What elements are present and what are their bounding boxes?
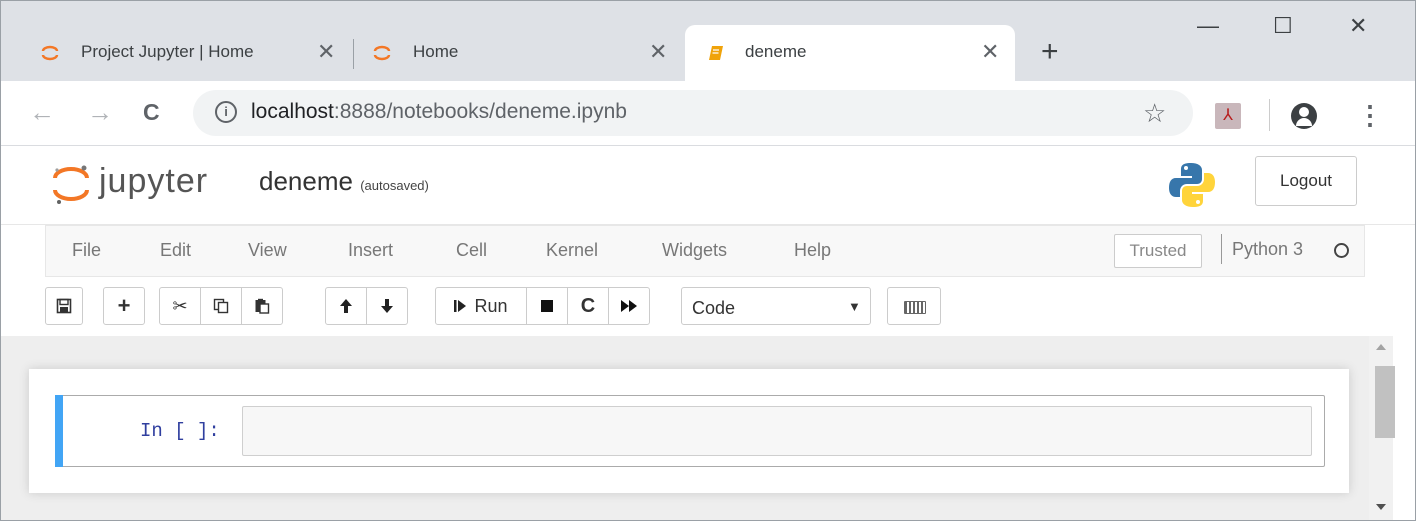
menu-kernel[interactable]: Kernel [546,240,598,261]
notebook-title[interactable]: deneme (autosaved) [259,166,429,197]
browser-toolbar: ← → C i localhost:8888/notebooks/deneme.… [1,81,1415,146]
cut-button[interactable]: ✂ [159,287,201,325]
jupyter-icon [41,45,59,61]
jupyter-logo[interactable]: jupyter [47,158,247,208]
tab-title: Project Jupyter | Home [81,42,254,61]
autosave-status: (autosaved) [360,178,429,193]
python-logo-icon [1169,163,1215,207]
run-button[interactable]: Run [435,287,527,325]
new-tab-button[interactable]: + [1041,37,1059,67]
close-window-button[interactable]: ✕ [1349,13,1367,39]
jupyter-logo-icon [53,165,89,204]
menu-view[interactable]: View [248,240,287,261]
cut-icon: ✂ [172,295,188,316]
scroll-down-arrow-icon[interactable] [1376,504,1386,510]
url-path: :8888/notebooks/deneme.ipynb [333,100,627,123]
cell-input-editor[interactable] [242,406,1312,456]
copy-icon [213,298,229,314]
tab-close-icon[interactable]: ✕ [649,39,667,65]
minimize-button[interactable]: — [1197,13,1219,39]
notebook-icon [709,46,723,60]
run-label: Run [474,295,508,316]
fast-forward-icon [621,300,637,312]
scrollbar-thumb[interactable] [1375,366,1395,438]
menu-cell[interactable]: Cell [456,240,487,261]
browser-menu-icon[interactable]: ⋮ [1357,99,1383,131]
restart-run-all-button[interactable] [608,287,650,325]
trusted-indicator[interactable]: Trusted [1114,234,1202,268]
menu-file[interactable]: File [72,240,101,261]
paste-icon [255,298,270,314]
pdf-extension-icon[interactable]: ⅄ [1215,103,1241,129]
menu-edit[interactable]: Edit [160,240,191,261]
toolbar-separator [1269,99,1270,131]
url-text[interactable]: localhost:8888/notebooks/deneme.ipynb [251,100,627,124]
notebook-name[interactable]: deneme [259,166,353,196]
tab-title: Home [413,42,459,61]
notebook-menubar: File Edit View Insert Cell Kernel Widget… [45,225,1365,277]
insert-cell-button[interactable]: + [103,287,145,325]
code-cell[interactable]: In [ ]: [55,395,1325,467]
run-icon [454,300,467,312]
site-info-icon[interactable]: i [215,101,237,123]
chevron-down-icon: ▼ [848,299,861,314]
input-prompt: In [ ]: [140,420,220,442]
keyboard-icon [904,301,926,314]
menu-help[interactable]: Help [794,240,831,261]
back-button[interactable]: ← [29,97,55,127]
tab-strip: Project Jupyter | Home ✕ Home ✕ deneme ✕… [1,1,1415,81]
interrupt-kernel-button[interactable] [526,287,568,325]
kernel-separator [1221,234,1222,264]
tab-close-icon[interactable]: ✕ [981,39,999,65]
jupyter-logo-text: jupyter [99,162,209,200]
move-up-button[interactable] [325,287,367,325]
paste-button[interactable] [241,287,283,325]
notebook-area: In [ ]: [1,336,1369,520]
bookmark-star-icon[interactable]: ☆ [1143,98,1166,129]
stop-icon [541,300,553,312]
logout-button[interactable]: Logout [1255,156,1357,206]
forward-button[interactable]: → [87,97,113,127]
vertical-scrollbar[interactable] [1369,336,1395,520]
tab-project-jupyter-home[interactable]: Project Jupyter | Home ✕ [21,25,351,81]
jupyter-header: jupyter deneme (autosaved) Logout [1,146,1415,225]
restart-kernel-button[interactable]: C [567,287,609,325]
menu-insert[interactable]: Insert [348,240,393,261]
cell-type-value: Code [692,298,736,318]
command-palette-button[interactable] [887,287,941,325]
restart-icon: C [580,294,596,317]
profile-avatar-icon[interactable] [1291,103,1317,129]
arrow-up-icon [340,299,352,313]
maximize-button[interactable]: ☐ [1273,13,1293,39]
copy-button[interactable] [200,287,242,325]
kernel-idle-indicator-icon [1334,243,1349,258]
tab-home[interactable]: Home ✕ [353,25,683,81]
tab-deneme[interactable]: deneme ✕ [685,25,1015,81]
arrow-down-icon [381,299,393,313]
reload-button[interactable]: C [143,97,160,127]
selected-cell-indicator [55,395,63,467]
jupyter-icon [373,45,391,61]
scroll-up-arrow-icon[interactable] [1376,344,1386,350]
address-bar[interactable]: i localhost:8888/notebooks/deneme.ipynb … [193,90,1193,136]
tab-close-icon[interactable]: ✕ [317,39,335,65]
kernel-name[interactable]: Python 3 [1232,239,1303,260]
browser-window: Project Jupyter | Home ✕ Home ✕ deneme ✕… [0,0,1416,521]
cell-type-select[interactable]: Code ▼ [681,287,871,325]
save-icon [56,298,72,314]
notebook-container: In [ ]: [29,369,1349,493]
save-button[interactable] [45,287,83,325]
move-down-button[interactable] [366,287,408,325]
tab-title: deneme [745,42,807,61]
menu-widgets[interactable]: Widgets [662,240,727,261]
url-host: localhost [251,100,334,123]
